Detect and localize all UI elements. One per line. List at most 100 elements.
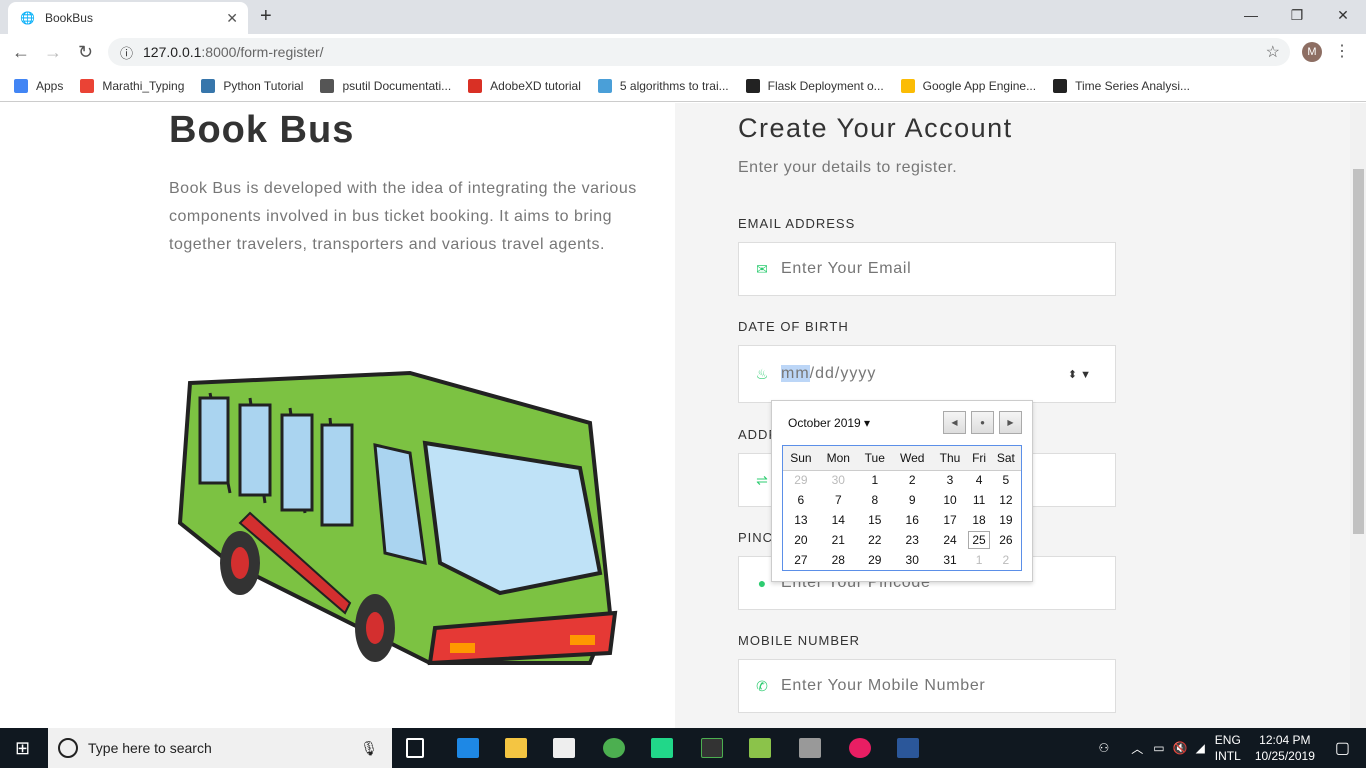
bookmark-star-icon[interactable]: ☆: [1266, 42, 1280, 62]
month-year-select[interactable]: October 2019 ▾: [788, 416, 870, 430]
minimize-button[interactable]: —: [1228, 0, 1274, 30]
calendar-day[interactable]: 11: [967, 490, 990, 510]
calendar-day[interactable]: 30: [892, 550, 933, 570]
chart-app-icon[interactable]: [749, 738, 771, 758]
calendar-day[interactable]: 4: [967, 470, 990, 490]
dob-input[interactable]: ♨ mm/dd/yyyy ⬍ ▼: [738, 345, 1116, 403]
dob-label: DATE OF BIRTH: [738, 319, 849, 334]
calendar-day[interactable]: 6: [783, 490, 819, 510]
menu-icon[interactable]: ⋮: [1334, 41, 1350, 61]
calendar-day[interactable]: 16: [892, 510, 933, 530]
edge-icon[interactable]: [457, 738, 479, 758]
calendar-day[interactable]: 7: [819, 490, 858, 510]
mail-icon[interactable]: [553, 738, 575, 758]
clock[interactable]: 12:04 PM 10/25/2019: [1255, 732, 1315, 764]
mobile-input[interactable]: [781, 677, 1081, 695]
calendar-day[interactable]: 2: [892, 470, 933, 490]
new-tab-button[interactable]: +: [260, 5, 272, 28]
calendar-day[interactable]: 9: [892, 490, 933, 510]
email-input[interactable]: [781, 260, 1081, 278]
scrollbar-thumb[interactable]: [1353, 169, 1364, 534]
system-tray: ⚇ ︿ ▭ 🔇 ◢ ENG INTL 12:04 PM 10/25/2019 ▢: [1098, 728, 1366, 768]
calendar-day[interactable]: 10: [933, 490, 968, 510]
bookmark-item[interactable]: Flask Deployment o...: [745, 78, 884, 93]
calendar-day[interactable]: 27: [783, 550, 819, 570]
taskbar-search[interactable]: Type here to search 🎙: [48, 728, 392, 768]
calendar-day[interactable]: 28: [819, 550, 858, 570]
word-icon[interactable]: [897, 738, 919, 758]
bookmark-item[interactable]: psutil Documentati...: [320, 78, 451, 93]
people-icon[interactable]: ⚇: [1098, 741, 1109, 755]
calendar-day[interactable]: 18: [967, 510, 990, 530]
calendar-day[interactable]: 1: [858, 470, 892, 490]
address-bar[interactable]: ⓘ 127.0.0.1:8000/form-register/: [108, 38, 1290, 66]
pycharm-icon[interactable]: [651, 738, 673, 758]
bookmark-item[interactable]: Google App Engine...: [900, 78, 1036, 93]
chevron-up-icon[interactable]: ︿: [1131, 740, 1143, 757]
bookmark-item[interactable]: Python Tutorial: [201, 78, 303, 93]
wifi-icon[interactable]: ◢: [1196, 741, 1205, 755]
today-button[interactable]: ●: [971, 411, 994, 434]
git-icon[interactable]: [701, 738, 723, 758]
back-icon[interactable]: ←: [12, 42, 30, 63]
bookmark-item[interactable]: Time Series Analysi...: [1053, 78, 1190, 93]
bookmark-item[interactable]: AdobeXD tutorial: [468, 78, 581, 93]
calendar-day[interactable]: 2: [991, 550, 1021, 570]
bookmark-item[interactable]: 5 algorithms to trai...: [597, 78, 729, 93]
calendar-day[interactable]: 3: [933, 470, 968, 490]
tab-title: BookBus: [44, 11, 93, 25]
tab-bookbus[interactable]: 🌐 BookBus ✕: [8, 2, 248, 34]
calendar-day[interactable]: 31: [933, 550, 968, 570]
task-view-icon[interactable]: [406, 738, 424, 758]
page-scrollbar[interactable]: [1350, 103, 1366, 728]
tab-strip: 🌐 BookBus ✕ + — ❐ ✕: [0, 0, 1366, 34]
calendar-day[interactable]: 5: [991, 470, 1021, 490]
calendar-day[interactable]: 15: [858, 510, 892, 530]
file-explorer-icon[interactable]: [505, 738, 527, 758]
language-indicator[interactable]: ENG INTL: [1215, 732, 1241, 764]
date-spinner-dropdown-icon[interactable]: ⬍ ▼: [1068, 368, 1091, 381]
restore-button[interactable]: ❐: [1274, 0, 1320, 30]
bookmark-item[interactable]: Apps: [14, 78, 63, 93]
bookmark-favicon-icon: [468, 78, 483, 93]
calendar-day[interactable]: 21: [819, 530, 858, 550]
bookmark-item[interactable]: Marathi_Typing: [80, 78, 184, 93]
calendar-day[interactable]: 29: [783, 470, 819, 490]
windows-start-icon[interactable]: ⊞: [15, 738, 30, 759]
map-marker-icon: ●: [757, 575, 767, 591]
calendar-day[interactable]: 24: [933, 530, 968, 550]
battery-icon[interactable]: ▭: [1153, 741, 1164, 755]
calendar-day[interactable]: 8: [858, 490, 892, 510]
close-window-button[interactable]: ✕: [1320, 0, 1366, 30]
calendar-day[interactable]: 29: [858, 550, 892, 570]
notifications-icon[interactable]: ▢: [1335, 738, 1350, 758]
prev-month-button[interactable]: ◀: [943, 411, 966, 434]
calendar-day[interactable]: 1: [967, 550, 990, 570]
phone-icon: ✆: [756, 677, 768, 694]
calendar-day[interactable]: 19: [991, 510, 1021, 530]
dob-month-segment[interactable]: mm: [781, 365, 810, 382]
calendar-day[interactable]: 23: [892, 530, 933, 550]
next-month-button[interactable]: ▶: [999, 411, 1022, 434]
calendar-day[interactable]: 22: [858, 530, 892, 550]
calendar-day[interactable]: 30: [819, 470, 858, 490]
calendar-day[interactable]: 20: [783, 530, 819, 550]
volume-muted-icon[interactable]: 🔇: [1173, 741, 1188, 755]
forward-icon[interactable]: →: [44, 42, 62, 63]
calendar-day[interactable]: 13: [783, 510, 819, 530]
profile-avatar[interactable]: M: [1302, 42, 1322, 62]
calendar-day[interactable]: 25: [967, 530, 990, 550]
calendar-day[interactable]: 14: [819, 510, 858, 530]
calendar-day[interactable]: 26: [991, 530, 1021, 550]
calendar-day[interactable]: 17: [933, 510, 968, 530]
reload-icon[interactable]: ↻: [78, 42, 93, 63]
dob-rest-segment[interactable]: /dd/yyyy: [810, 365, 877, 382]
chrome-icon[interactable]: [603, 738, 625, 758]
paint3d-icon[interactable]: [849, 738, 871, 758]
calendar-day[interactable]: 12: [991, 490, 1021, 510]
weekday-header: Thu: [932, 446, 968, 471]
birthday-cake-icon: ♨: [755, 365, 769, 382]
database-icon[interactable]: [799, 738, 821, 758]
close-tab-icon[interactable]: ✕: [226, 10, 238, 27]
microphone-icon[interactable]: 🎙: [360, 740, 378, 757]
